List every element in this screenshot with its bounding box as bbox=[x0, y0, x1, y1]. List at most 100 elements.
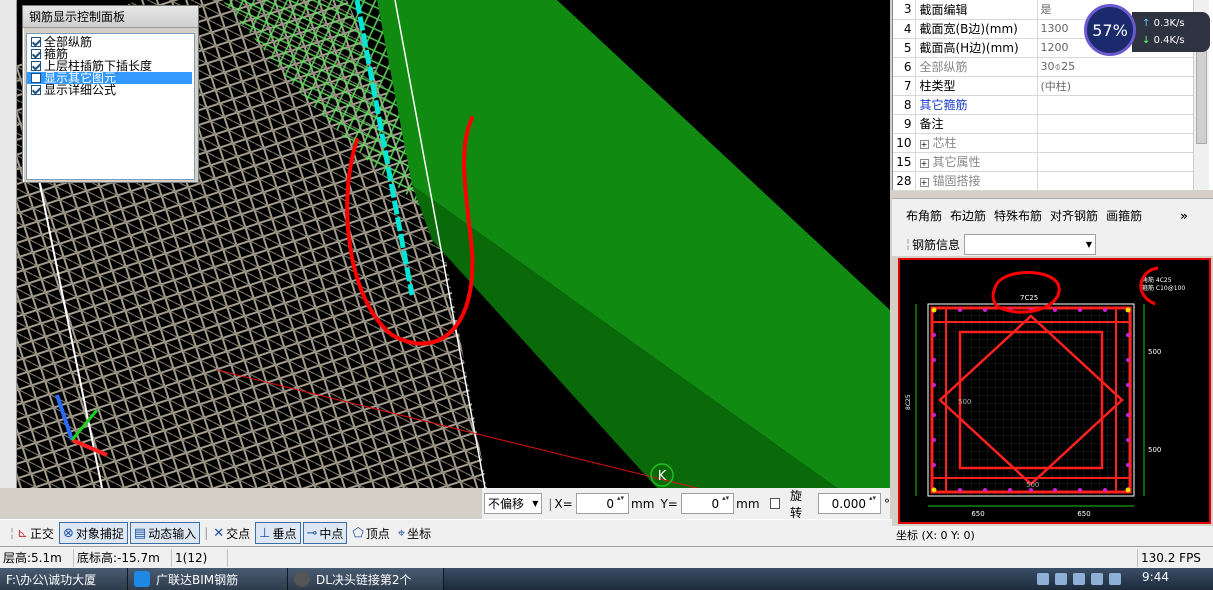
property-row[interactable]: 15 + 其它属性 bbox=[893, 152, 1194, 172]
option-checkbox[interactable] bbox=[31, 37, 41, 47]
tool-corner-bars[interactable]: 布角筋 bbox=[906, 207, 942, 224]
intersection-snap[interactable]: ✕ 交点 bbox=[210, 522, 253, 544]
intersection-icon: ✕ bbox=[213, 525, 225, 541]
row-number: 6 bbox=[893, 57, 916, 77]
property-value[interactable] bbox=[1037, 152, 1194, 172]
option-label: 显示详细公式 bbox=[44, 83, 117, 97]
legend-label-1: 角筋 4C25 bbox=[1142, 276, 1172, 284]
property-name: 柱类型 bbox=[919, 79, 956, 93]
panel-title[interactable]: 钢筋显示控制面板 bbox=[23, 6, 198, 28]
row-number: 3 bbox=[893, 0, 916, 20]
row-number: 4 bbox=[893, 19, 916, 39]
left-bars-label: 8C25 bbox=[905, 394, 912, 410]
memory-usage-gauge[interactable]: 57% bbox=[1084, 4, 1136, 56]
x-offset-input[interactable]: 0 bbox=[575, 493, 630, 514]
property-value[interactable] bbox=[1037, 114, 1194, 134]
dim-right-bottom: 500 bbox=[1148, 446, 1161, 454]
row-number: 8 bbox=[893, 95, 916, 115]
property-name: 全部纵筋 bbox=[919, 60, 968, 74]
rotate-checkbox[interactable] bbox=[769, 498, 780, 509]
property-value[interactable] bbox=[1037, 171, 1194, 191]
magnet-icon: ⊗ bbox=[62, 525, 74, 541]
property-row[interactable]: 28 + 锚固搭接 bbox=[893, 171, 1194, 191]
expand-icon[interactable]: + bbox=[919, 159, 929, 168]
nav-marker: K bbox=[658, 469, 667, 484]
bim-app-icon bbox=[134, 571, 150, 587]
fps-readout: 130.2 FPS bbox=[1141, 550, 1201, 565]
property-name: 截面高(H边)(mm) bbox=[919, 41, 1019, 55]
property-name: 芯柱 bbox=[932, 136, 957, 150]
expand-icon[interactable]: + bbox=[919, 140, 929, 149]
network-speed-widget: ↑ 0.3K/s ↓ 0.4K/s 57% bbox=[1084, 4, 1210, 56]
property-row[interactable]: 6 全部纵筋 30⌽25 bbox=[893, 57, 1194, 77]
row-number: 9 bbox=[893, 114, 916, 134]
perpendicular-icon: ⊥ bbox=[259, 525, 271, 541]
row-number: 15 bbox=[893, 152, 916, 172]
property-value[interactable]: 30⌽25 bbox=[1037, 57, 1194, 77]
property-value[interactable]: (中柱) bbox=[1037, 76, 1194, 96]
offset-mode-select[interactable]: 不偏移 ▼ bbox=[484, 493, 543, 514]
property-value[interactable] bbox=[1037, 95, 1194, 115]
dynamic-input-button[interactable]: ▤ 动态输入 bbox=[129, 522, 201, 544]
property-name: 截面宽(B边)(mm) bbox=[919, 22, 1018, 36]
expand-icon[interactable]: + bbox=[919, 178, 929, 187]
dl-app-icon bbox=[294, 571, 310, 587]
property-name: 锚固搭接 bbox=[932, 174, 981, 188]
download-arrow-icon: ↓ bbox=[1142, 35, 1151, 46]
midpoint-snap[interactable]: ⊸ 中点 bbox=[302, 522, 348, 544]
display-options-list: 全部纵筋 箍筋 上层柱插筋下插长度 显示其它图元 显示详细公式 bbox=[26, 33, 195, 180]
object-snap-button[interactable]: ⊗ 对象捕捉 bbox=[58, 522, 128, 544]
property-value[interactable] bbox=[1037, 133, 1194, 153]
upload-arrow-icon: ↑ bbox=[1142, 18, 1151, 29]
perpendicular-snap[interactable]: ⊥ 垂点 bbox=[255, 522, 301, 544]
coordinate-icon: ⌖ bbox=[397, 525, 406, 541]
vertex-snap[interactable]: ⬠ 顶点 bbox=[349, 522, 392, 544]
dynamic-input-icon: ▤ bbox=[133, 525, 147, 541]
option-checkbox[interactable] bbox=[31, 73, 41, 83]
tool-edge-bars[interactable]: 布边筋 bbox=[950, 207, 986, 224]
option-checkbox[interactable] bbox=[31, 85, 41, 95]
property-row[interactable]: 9 备注 bbox=[893, 114, 1194, 134]
y-offset-input[interactable]: 0 bbox=[680, 493, 735, 514]
property-name: 截面编辑 bbox=[919, 2, 968, 17]
property-row[interactable]: 7 柱类型 (中柱) bbox=[893, 76, 1194, 96]
rebar-info-select[interactable]: ▼ bbox=[964, 233, 1097, 255]
toolbar-more-icon[interactable]: » bbox=[1180, 209, 1188, 223]
ortho-icon: ⊾ bbox=[17, 525, 28, 541]
taskbar-item-dl[interactable]: DL决头链接第2个 bbox=[288, 568, 444, 590]
taskbar: F:\办公\诚功大厦 广联达BIM钢筋 DL决头链接第2个 9:44 bbox=[0, 568, 1213, 590]
vertex-icon: ⬠ bbox=[352, 525, 364, 541]
top-bars-label: 7C25 bbox=[1020, 294, 1038, 302]
property-row[interactable]: 8 其它箍筋 bbox=[893, 95, 1194, 115]
floor-height: 层高:5.1m bbox=[0, 548, 74, 567]
row-number: 5 bbox=[893, 38, 916, 58]
midpoint-icon: ⊸ bbox=[306, 525, 318, 541]
tool-align-bars[interactable]: 对齐钢筋 bbox=[1050, 207, 1098, 224]
option-checkbox[interactable] bbox=[31, 49, 41, 59]
app-window: K 钢筋显示控制面板 全部纵筋 箍筋 上层柱插筋下插长度 显示其它图元 显示详细公式 不… bbox=[0, 0, 1213, 590]
row-number: 7 bbox=[893, 76, 916, 96]
display-option-row[interactable]: 显示详细公式 bbox=[27, 84, 194, 96]
snap-toolbar: ¦ ⊾ 正交 ⊗ 对象捕捉 ▤ 动态输入 | ✕ 交点 ⊥ 垂点 ⊸ 中点 ⬠ 顶点 ⌖ 坐标 bbox=[0, 519, 892, 546]
ortho-button[interactable]: ⊾ 正交 bbox=[14, 522, 57, 544]
coordinate-snap[interactable]: ⌖ 坐标 bbox=[395, 522, 434, 544]
offset-bar: 不偏移▼ | X= 0 mm Y= 0 mm 旋转 0.000 ° bbox=[482, 488, 890, 520]
section-drawing[interactable]: 650 650 500 500 500 500 7C25 角筋 4C25 箍筋 … bbox=[898, 258, 1211, 524]
taskbar-item-bim[interactable]: 广联达BIM钢筋 bbox=[128, 568, 288, 590]
rebar-info-row: ¦ 钢筋信息 ▼ bbox=[892, 232, 1213, 256]
dim-bottom-left: 650 bbox=[971, 510, 984, 518]
base-elevation: 底标高:-15.7m bbox=[74, 548, 172, 567]
system-tray[interactable] bbox=[1037, 573, 1121, 585]
row-number: 10 bbox=[893, 133, 916, 153]
rotate-input[interactable]: 0.000 bbox=[818, 493, 881, 514]
property-name: 其它箍筋 bbox=[919, 98, 968, 112]
row-number: 28 bbox=[893, 171, 916, 191]
taskbar-item-explorer[interactable]: F:\办公\诚功大厦 bbox=[0, 568, 128, 590]
clock[interactable]: 9:44 bbox=[1142, 570, 1169, 584]
tool-draw-stirrup[interactable]: 画箍筋 bbox=[1106, 207, 1142, 224]
rebar-display-control-panel: 钢筋显示控制面板 全部纵筋 箍筋 上层柱插筋下插长度 显示其它图元 显示详细公式 bbox=[22, 5, 199, 183]
option-checkbox[interactable] bbox=[31, 61, 41, 71]
dim-right-top: 500 bbox=[1148, 348, 1161, 356]
property-row[interactable]: 10 + 芯柱 bbox=[893, 133, 1194, 153]
tool-special-bars[interactable]: 特殊布筋 bbox=[994, 207, 1042, 224]
